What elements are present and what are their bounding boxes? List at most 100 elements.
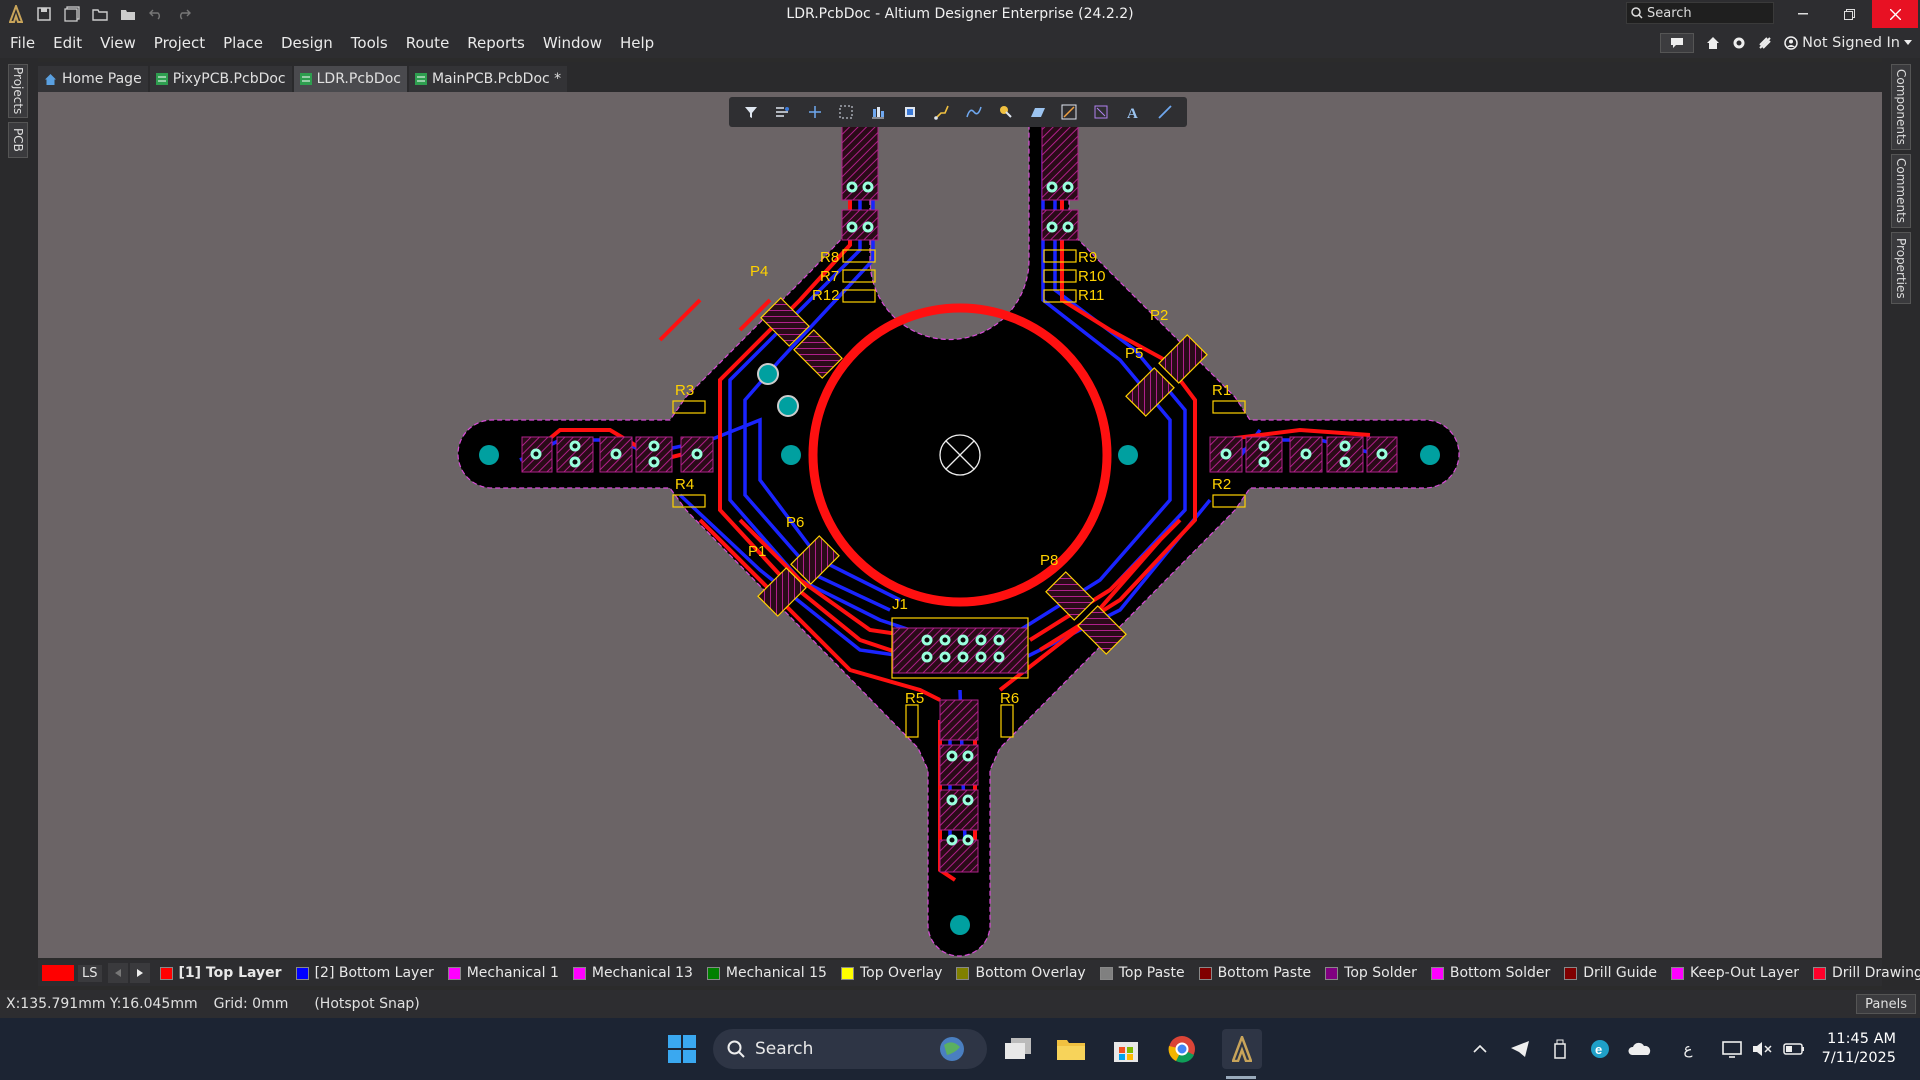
menu-reports[interactable]: Reports xyxy=(458,34,534,52)
gear-icon[interactable] xyxy=(1732,36,1746,50)
chevron-left-icon xyxy=(114,969,121,977)
menu-route[interactable]: Route xyxy=(397,34,459,52)
layer-tab[interactable]: [2] Bottom Layer xyxy=(295,965,434,981)
menu-file[interactable]: File xyxy=(0,34,44,52)
store-button[interactable] xyxy=(1110,1033,1142,1065)
layer-next-button[interactable] xyxy=(129,963,150,983)
layer-tab[interactable]: [1] Top Layer xyxy=(159,965,282,981)
menu-help[interactable]: Help xyxy=(611,34,663,52)
layer-tab[interactable]: Keep-Out Layer xyxy=(1671,965,1799,981)
usb-drive-icon[interactable] xyxy=(1544,1033,1576,1065)
open-project-icon[interactable] xyxy=(118,4,138,24)
layer-tab[interactable]: Mechanical 13 xyxy=(572,965,693,981)
layer-tab-label: Mechanical 15 xyxy=(725,965,827,981)
menu-project[interactable]: Project xyxy=(145,34,214,52)
altium-taskbar-button[interactable] xyxy=(1222,1029,1262,1069)
tray-overflow-button[interactable] xyxy=(1464,1033,1496,1065)
menu-design[interactable]: Design xyxy=(272,34,342,52)
taskbar-search[interactable]: Search xyxy=(713,1029,987,1069)
save-icon[interactable] xyxy=(34,4,54,24)
network-icon[interactable] xyxy=(1716,1033,1748,1065)
extensions-icon[interactable] xyxy=(1758,36,1772,50)
fill-icon[interactable] xyxy=(1027,101,1049,123)
layer-tab[interactable]: Top Solder xyxy=(1325,965,1417,981)
open-folder-icon[interactable] xyxy=(90,4,110,24)
layer-tab[interactable]: Mechanical 15 xyxy=(706,965,827,981)
designator-p5: P5 xyxy=(1125,345,1143,362)
menu-tools[interactable]: Tools xyxy=(342,34,397,52)
menu-window[interactable]: Window xyxy=(534,34,611,52)
clock-time: 11:45 AM xyxy=(1827,1031,1896,1047)
select-rect-icon[interactable] xyxy=(835,101,857,123)
layer-tab[interactable]: Top Paste xyxy=(1099,965,1185,981)
pcb-doc-icon xyxy=(155,73,168,85)
menu-edit[interactable]: Edit xyxy=(44,34,91,52)
panel-tab-comments[interactable]: Comments xyxy=(1891,154,1911,228)
panel-tab-properties[interactable]: Properties xyxy=(1891,232,1911,304)
tab-pixypcb[interactable]: PixyPCB.PcbDoc xyxy=(149,66,292,92)
layer-color-swatch xyxy=(295,966,309,980)
minimize-button[interactable] xyxy=(1780,0,1826,28)
volume-muted-icon[interactable] xyxy=(1746,1033,1778,1065)
layer-tab[interactable]: Mechanical 1 xyxy=(447,965,559,981)
designator-p8: P8 xyxy=(1040,552,1058,569)
current-layer-color xyxy=(42,965,74,981)
layer-tab[interactable]: Drill Drawing xyxy=(1812,965,1920,981)
pad-via-icon[interactable] xyxy=(995,101,1017,123)
tab-ldr[interactable]: LDR.PcbDoc xyxy=(293,66,407,92)
layer-set-selector[interactable]: LS xyxy=(42,964,102,982)
chrome-button[interactable] xyxy=(1166,1033,1198,1065)
diff-pair-route-icon[interactable] xyxy=(963,101,985,123)
menu-view[interactable]: View xyxy=(91,34,145,52)
tab-label: LDR.PcbDoc xyxy=(316,71,401,87)
pcb-doc-icon xyxy=(299,73,312,85)
panel-tab-pcb[interactable]: PCB xyxy=(8,122,28,158)
tab-mainpcb[interactable]: MainPCB.PcbDoc * xyxy=(408,66,568,92)
pcb-canvas[interactable]: P4 P2 P5 P6 P1 P8 J1 R1 R2 R3 R4 R5 R6 R… xyxy=(38,92,1882,958)
layer-tab[interactable]: Bottom Overlay xyxy=(956,965,1086,981)
undo-icon[interactable] xyxy=(146,4,166,24)
altium-logo-icon[interactable] xyxy=(6,4,26,24)
keepout-icon[interactable] xyxy=(1090,101,1112,123)
layer-tab[interactable]: Drill Guide xyxy=(1564,965,1657,981)
save-all-icon[interactable] xyxy=(62,4,82,24)
pcb-doc-icon xyxy=(414,73,427,85)
onedrive-tray-icon[interactable] xyxy=(1624,1033,1656,1065)
layer-tab[interactable]: Bottom Solder xyxy=(1430,965,1550,981)
start-button[interactable] xyxy=(666,1033,698,1065)
search-box[interactable]: Search xyxy=(1626,2,1774,24)
route-select-icon[interactable] xyxy=(772,101,794,123)
layer-tab[interactable]: Bottom Paste xyxy=(1198,965,1311,981)
crosshair-icon[interactable] xyxy=(804,101,826,123)
designator-j1: J1 xyxy=(892,596,908,613)
layer-tab-label: Mechanical 13 xyxy=(591,965,693,981)
language-indicator[interactable]: ع xyxy=(1672,1033,1704,1065)
line-icon[interactable] xyxy=(1154,101,1176,123)
file-explorer-button[interactable] xyxy=(1055,1033,1087,1065)
chat-button[interactable] xyxy=(1660,33,1695,53)
layer-tab[interactable]: Top Overlay xyxy=(840,965,942,981)
home-icon[interactable] xyxy=(1706,36,1720,50)
battery-icon[interactable] xyxy=(1778,1033,1810,1065)
polygon-icon[interactable] xyxy=(1058,101,1080,123)
layer-tab-label: Top Solder xyxy=(1344,965,1417,981)
panel-tab-projects[interactable]: Projects xyxy=(8,64,28,118)
task-view-button[interactable] xyxy=(1002,1033,1034,1065)
close-button[interactable] xyxy=(1872,0,1918,28)
layer-prev-button[interactable] xyxy=(107,963,128,983)
align-icon[interactable] xyxy=(867,101,889,123)
edge-tray-icon[interactable]: e xyxy=(1584,1033,1616,1065)
component-icon[interactable] xyxy=(899,101,921,123)
menu-place[interactable]: Place xyxy=(214,34,272,52)
panel-tab-components[interactable]: Components xyxy=(1891,64,1911,150)
telegram-tray-icon[interactable] xyxy=(1504,1033,1536,1065)
restore-button[interactable] xyxy=(1826,0,1872,28)
redo-icon[interactable] xyxy=(174,4,194,24)
panels-button[interactable]: Panels xyxy=(1856,994,1916,1014)
interactive-route-icon[interactable] xyxy=(931,101,953,123)
system-clock[interactable]: 11:45 AM 7/11/2025 xyxy=(1822,1030,1896,1068)
text-icon[interactable]: A xyxy=(1122,101,1144,123)
account-menu[interactable]: Not Signed In xyxy=(1784,35,1912,51)
filter-icon[interactable] xyxy=(740,101,762,123)
tab-home-page[interactable]: Home Page xyxy=(38,66,148,92)
